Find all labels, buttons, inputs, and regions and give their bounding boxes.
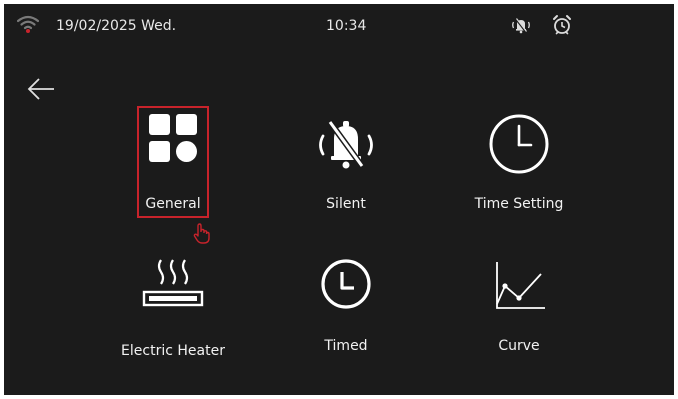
grid-icon — [149, 114, 197, 162]
menu-item-timed[interactable]: Timed — [286, 254, 406, 374]
curve-chart-icon — [496, 262, 545, 309]
heater-icon — [142, 259, 204, 307]
status-time: 10:34 — [326, 18, 367, 34]
menu-item-general[interactable]: General — [113, 108, 233, 228]
hand-pointer-icon — [193, 223, 210, 244]
timer-icon — [321, 259, 371, 309]
menu-item-label: Electric Heater — [121, 343, 225, 359]
menu-item-label: Curve — [498, 338, 540, 354]
alarm-clock-icon — [553, 15, 571, 35]
arrow-left-icon[interactable] — [26, 77, 56, 101]
menu-item-silent[interactable]: Silent — [286, 108, 406, 228]
wifi-icon — [17, 15, 39, 33]
mute-icon — [512, 18, 530, 34]
menu-item-label: Silent — [326, 196, 366, 212]
menu-item-electric-heater[interactable]: Electric Heater — [113, 254, 233, 374]
menu-item-curve[interactable]: Curve — [459, 254, 579, 374]
clock-icon — [489, 114, 549, 174]
bell-mute-icon — [319, 120, 373, 169]
status-bar: 19/02/2025 Wed. 10:34 — [4, 4, 674, 50]
screen: 19/02/2025 Wed. 10:34 General Silent Tim… — [4, 4, 674, 395]
menu-item-label: General — [145, 196, 201, 212]
menu-item-label: Time Setting — [474, 196, 564, 212]
menu-item-time-setting[interactable]: Time Setting — [459, 108, 579, 228]
status-date: 19/02/2025 Wed. — [56, 18, 177, 34]
menu-item-label: Timed — [324, 338, 368, 354]
